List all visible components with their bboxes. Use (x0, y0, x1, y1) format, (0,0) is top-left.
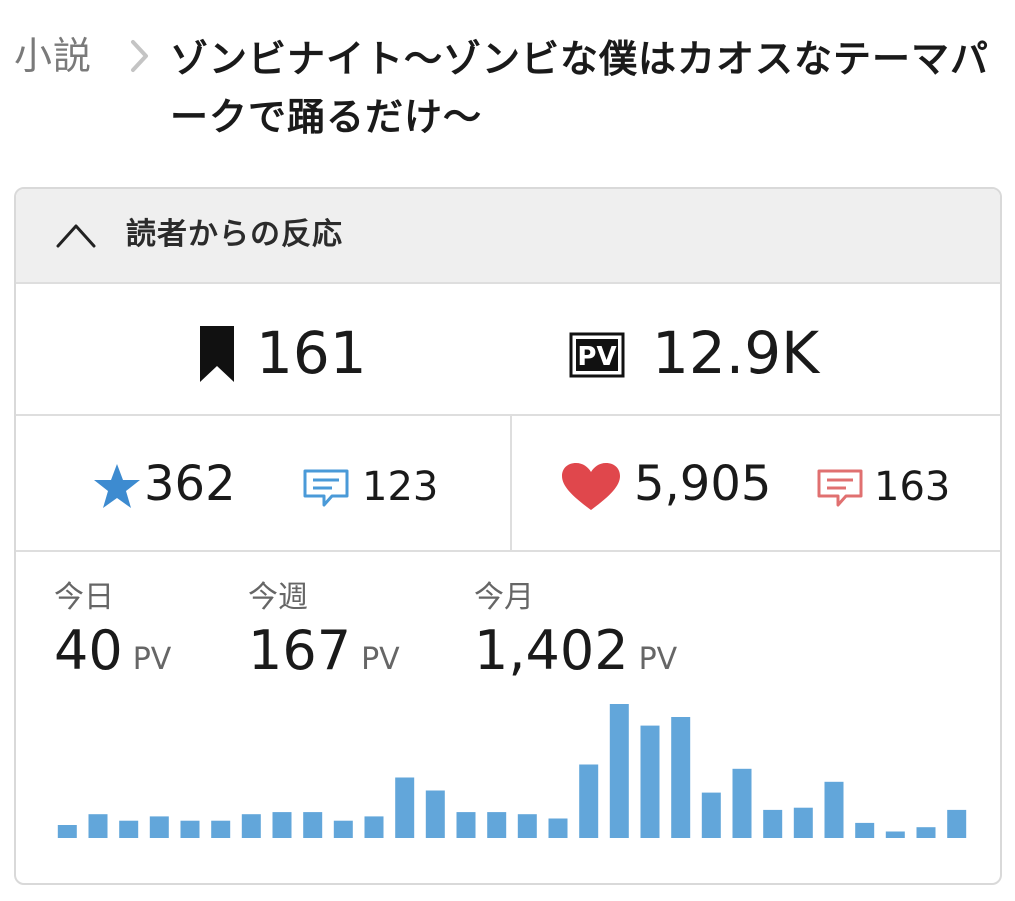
stat-value: 40 (54, 619, 123, 682)
bookmark-icon (200, 326, 234, 382)
stat-label: 今週 (248, 580, 308, 615)
chart-bar (732, 768, 752, 838)
star-icon (94, 464, 140, 508)
chart-bar (548, 818, 568, 838)
stat-label: 今日 (54, 580, 114, 615)
comment-count: 163 (874, 464, 951, 510)
chart-bar (333, 820, 353, 838)
chart-bar (180, 820, 200, 838)
reader-reactions-panel: 読者からの反応 161 PV 12.9K 362 123 5,905 163 今… (14, 187, 1002, 885)
chart-bar (824, 781, 844, 838)
chart-bar (487, 812, 507, 838)
page-title: ゾンビナイト〜ゾンビな僕はカオスなテーマパークで踊るだけ〜 (170, 37, 990, 139)
panel-header[interactable]: 読者からの反応 (16, 189, 1000, 284)
chart-bar (885, 831, 905, 838)
chart-bar (149, 816, 169, 838)
heart-icon (562, 463, 620, 510)
chart-bar (517, 814, 537, 838)
chart-bar (395, 777, 415, 838)
chart-bar (793, 807, 813, 838)
chevron-up-icon[interactable] (54, 220, 98, 250)
stat-unit: PV (132, 642, 172, 677)
chart-bar (456, 812, 476, 838)
chart-bar (57, 825, 77, 838)
chart-bar (763, 809, 783, 838)
pv-icon: PV (569, 332, 625, 378)
chart-bar (579, 764, 599, 838)
review-count: 123 (362, 464, 439, 510)
chevron-right-icon (131, 40, 148, 72)
chart-bar (671, 717, 691, 838)
stat-value: 167 (248, 619, 352, 682)
review-icon[interactable] (302, 468, 350, 508)
stat-week: 今週 167 PV (248, 580, 400, 691)
chart-bar (609, 704, 629, 838)
chart-bar (272, 812, 292, 838)
chart-bar (855, 822, 875, 838)
chart-bar (211, 820, 231, 838)
star-count: 362 (144, 456, 236, 512)
rating-row: 362 123 5,905 163 (16, 416, 1000, 552)
chart-bar (640, 725, 660, 838)
stat-unit: PV (361, 642, 400, 677)
stat-value-line: 167 PV (248, 620, 400, 691)
comment-icon[interactable] (816, 468, 864, 508)
stat-unit: PV (638, 642, 678, 677)
chart-bar (425, 790, 445, 838)
column-divider (510, 416, 512, 550)
stat-value-line: 1,402 PV (474, 620, 677, 691)
chart-bar (947, 809, 967, 838)
bookmark-count: 161 (256, 319, 367, 387)
breadcrumb-parent-link[interactable]: 小説 (14, 30, 92, 82)
chart-bar (241, 814, 261, 838)
bookmark-pv-row: 161 PV 12.9K (16, 284, 1000, 416)
chart-bar (701, 792, 721, 838)
stat-month: 今月 1,402 PV (474, 580, 677, 691)
heart-count: 5,905 (634, 456, 772, 512)
daily-pv-bar-chart (57, 704, 967, 838)
stat-today: 今日 40 PV (54, 580, 171, 691)
chart-bar (119, 820, 139, 838)
panel-title: 読者からの反応 (126, 217, 343, 252)
chart-bar (303, 812, 323, 838)
stat-value-line: 40 PV (54, 620, 171, 691)
stat-label: 今月 (474, 580, 534, 615)
chart-bar (916, 827, 936, 838)
pv-count: 12.9K (652, 319, 820, 387)
chart-bar (88, 814, 108, 838)
stat-value: 1,402 (474, 619, 629, 682)
chart-bar (364, 816, 384, 838)
pv-stats-section: 今日 40 PV 今週 167 PV 今月 1,402 PV (16, 552, 1000, 883)
pv-icon-label: PV (577, 342, 616, 372)
